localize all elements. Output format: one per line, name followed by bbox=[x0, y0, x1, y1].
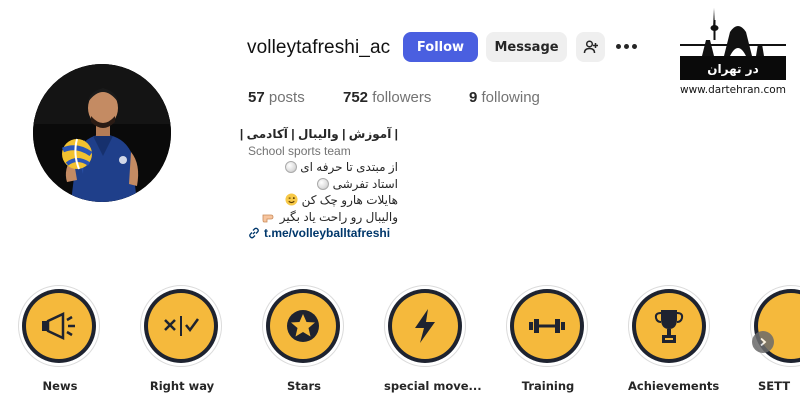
volleyball-emoji-icon bbox=[284, 161, 297, 173]
posts-stat: 57 posts bbox=[248, 89, 305, 106]
followers-stat[interactable]: 752 followers bbox=[343, 89, 431, 106]
avatar-photo bbox=[33, 64, 171, 202]
link-icon bbox=[249, 227, 259, 239]
watermark-url: www.dartehran.com bbox=[680, 84, 786, 96]
bio-line-4-text: والیبال رو راحت یاد بگیر bbox=[279, 209, 398, 224]
bio-line-1: از مبتدی تا حرفه ای bbox=[248, 159, 398, 176]
lightning-icon bbox=[415, 309, 435, 343]
highlight-right-way[interactable]: Right way bbox=[140, 285, 224, 393]
highlight-label: SETT bbox=[758, 379, 791, 393]
dartehran-logo: در تهران bbox=[680, 6, 786, 96]
megaphone-icon bbox=[42, 312, 75, 340]
highlight-news[interactable]: News bbox=[18, 285, 102, 393]
more-options-icon[interactable] bbox=[616, 40, 638, 52]
chevron-right-icon bbox=[760, 337, 767, 347]
highlight-label: News bbox=[42, 379, 78, 393]
star-icon bbox=[287, 310, 319, 342]
bio-line-1-text: از مبتدی تا حرفه ای bbox=[300, 160, 398, 174]
cross-check-icon bbox=[164, 316, 200, 336]
bio-line-4: والیبال رو راحت یاد بگیر bbox=[248, 209, 398, 226]
highlight-label: Right way bbox=[149, 379, 215, 393]
highlight-label: Training bbox=[521, 379, 575, 393]
pointing-hand-emoji-icon bbox=[263, 214, 274, 222]
bio-link[interactable]: t.me/volleyballtafreshi bbox=[248, 225, 398, 242]
followers-label: followers bbox=[372, 89, 432, 106]
dumbbell-icon bbox=[529, 319, 565, 333]
bio-title: | آموزش | والیبال | آکادمی | bbox=[239, 127, 398, 141]
bio-line-2-text: استاد تفرشی bbox=[332, 176, 398, 191]
following-count: 9 bbox=[469, 89, 478, 106]
logo-text: در تهران bbox=[707, 62, 759, 76]
suggest-similar-button[interactable] bbox=[576, 32, 605, 62]
highlight-label: Achievements bbox=[628, 379, 720, 393]
follow-button[interactable]: Follow bbox=[403, 32, 478, 62]
highlight-label: special move... bbox=[384, 379, 482, 393]
bio-line-2: استاد تفرشی bbox=[248, 176, 398, 193]
posts-label: posts bbox=[268, 89, 305, 106]
bio-line-3: هایلات هارو چک کن bbox=[248, 192, 398, 209]
profile-username: volleytafreshi_ac bbox=[247, 37, 391, 58]
highlight-training[interactable]: Training bbox=[506, 285, 590, 393]
highlight-achievements[interactable]: Achievements bbox=[628, 285, 720, 393]
bio-category: School sports team bbox=[248, 143, 351, 158]
posts-count: 57 bbox=[248, 89, 265, 106]
highlight-label: Stars bbox=[286, 379, 322, 393]
highlight-special-moves[interactable]: special move... bbox=[384, 285, 482, 393]
bio-link-text: t.me/volleyballtafreshi bbox=[264, 226, 391, 240]
add-person-icon bbox=[583, 40, 598, 54]
highlights-next-button[interactable] bbox=[752, 331, 774, 353]
message-button[interactable]: Message bbox=[486, 32, 567, 62]
volleyball-emoji-icon bbox=[317, 177, 330, 190]
highlight-stars[interactable]: Stars bbox=[262, 285, 346, 393]
followers-count: 752 bbox=[343, 89, 369, 106]
trophy-icon bbox=[654, 310, 684, 343]
profile-bio: | آموزش | والیبال | آکادمی | School spor… bbox=[239, 126, 398, 242]
bio-line-3-text: هایلات هارو چک کن bbox=[301, 193, 398, 207]
following-label: following bbox=[481, 89, 540, 106]
following-stat[interactable]: 9 following bbox=[469, 89, 540, 106]
wink-emoji-icon bbox=[285, 193, 298, 206]
profile-avatar[interactable] bbox=[33, 64, 171, 202]
